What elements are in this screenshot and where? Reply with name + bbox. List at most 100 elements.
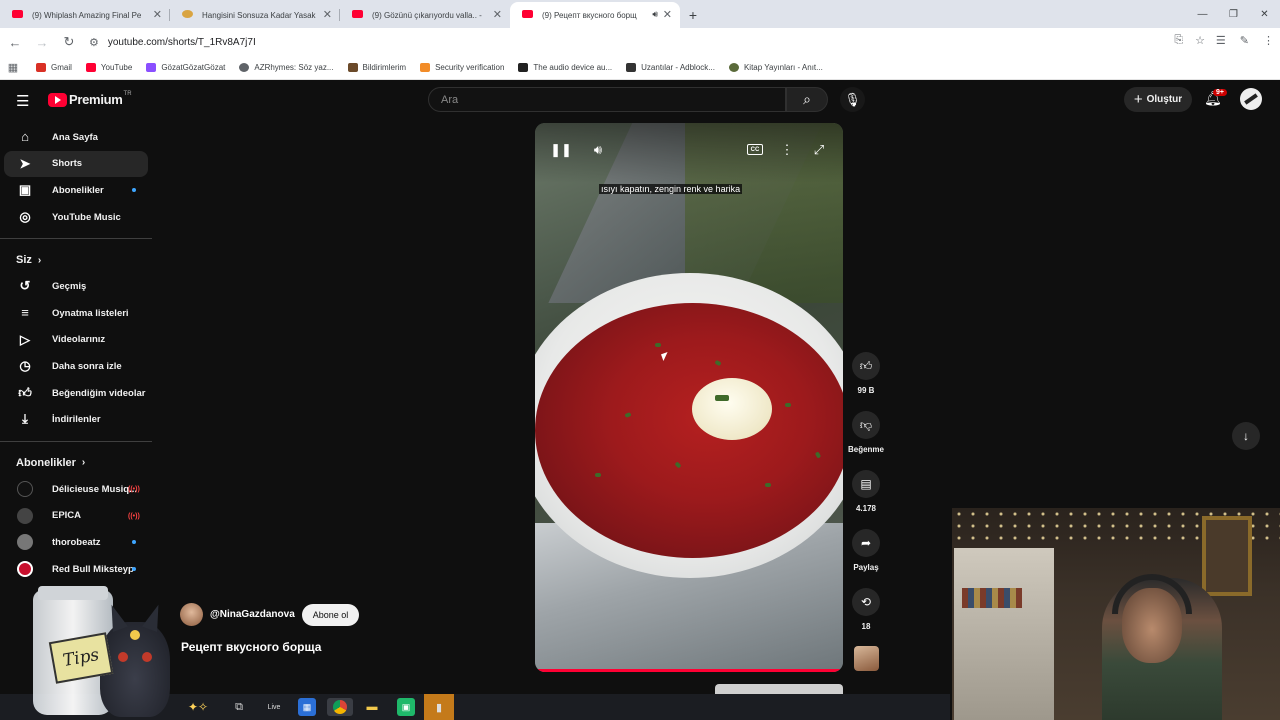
extension-icon[interactable]: ✎ — [1240, 34, 1249, 47]
bookmark-security[interactable]: Security verification — [420, 63, 504, 72]
bookmark-gmail[interactable]: Gmail — [36, 63, 72, 72]
site-info-icon[interactable]: ⚙︎ — [89, 36, 99, 49]
remix-icon[interactable]: ⟲ — [852, 588, 880, 616]
sidebar-item-liked-videos[interactable]: 👍︎ Beğendiğim videolar — [4, 380, 148, 407]
shorts-video-player[interactable]: ❚❚ 🔊︎ CC ⋮ ⤢ ısıyı kapatın, zengin renk … — [535, 123, 843, 672]
forward-icon[interactable]: → — [30, 30, 54, 54]
bookmark-gozat[interactable]: GözatGözatGözat — [146, 63, 225, 72]
sparkle-icon[interactable]: ✦✧ — [178, 698, 218, 716]
like-icon[interactable]: 👍︎ — [852, 352, 880, 380]
browser-tab[interactable]: (9) Whiplash Amazing Final Pe ✕ — [0, 2, 170, 28]
bookmark-audio-device[interactable]: The audio device au... — [518, 63, 612, 72]
remix-button[interactable]: ⟲ 18 — [846, 588, 886, 647]
window-close-icon[interactable]: ✕ — [1249, 0, 1280, 28]
bookmark-favicon — [518, 63, 529, 72]
speaker-icon[interactable]: 🔊︎ — [652, 9, 658, 20]
folder-icon[interactable]: ▬ — [363, 698, 381, 716]
comment-icon[interactable]: ▤ — [852, 470, 880, 498]
bookmark-bildirimlerim[interactable]: Bildirimlerim — [347, 63, 406, 72]
app-icon[interactable]: ▣ — [397, 698, 415, 716]
sidebar-item-watch-later[interactable]: ◷ Daha sonra izle — [4, 353, 148, 380]
account-avatar[interactable] — [1240, 88, 1262, 110]
address-bar[interactable]: ⚙︎ youtube.com/shorts/T_1Rv8A7j7I ⎘ ☆ — [89, 30, 1205, 54]
live-app-icon[interactable]: Live — [264, 698, 284, 716]
media-icon[interactable]: ☰ — [1216, 34, 1226, 47]
sidebar-item-history[interactable]: ↺ Geçmiş — [4, 273, 148, 300]
subscribe-button[interactable]: Abone ol — [301, 603, 360, 626]
sidebar-channel[interactable]: Red Bull Miksteyp — [4, 556, 148, 583]
video-progress-bar[interactable] — [535, 669, 843, 672]
dislike-icon[interactable]: 👎︎ — [852, 411, 880, 439]
create-button[interactable]: + Oluştur — [1124, 87, 1192, 112]
bookmark-uzantilar[interactable]: Uzantılar - Adblock... — [626, 63, 715, 72]
sidebar-channel[interactable]: Délicieuse Musiq... ((•)) — [4, 476, 148, 503]
restore-icon[interactable]: ❐ — [1218, 0, 1249, 28]
comment-count: 4.178 — [855, 504, 877, 513]
like-button[interactable]: 👍︎ 99 B — [846, 352, 886, 411]
share-button[interactable]: ➦ Paylaş — [846, 529, 886, 588]
hamburger-menu-icon[interactable]: ☰ — [16, 92, 29, 110]
url-text[interactable]: youtube.com/shorts/T_1Rv8A7j7I — [108, 37, 256, 48]
channel-thumbnail[interactable] — [854, 646, 879, 671]
sidebar-channel[interactable]: EPICA ((•)) — [4, 503, 148, 530]
install-icon[interactable]: ⎘ — [1174, 34, 1183, 47]
share-icon[interactable]: ➦ — [852, 529, 880, 557]
new-tab-button[interactable]: + — [680, 2, 706, 28]
minimize-icon[interactable]: — — [1187, 0, 1218, 28]
browser-tab-active[interactable]: (9) Рецепт вкусного борщ 🔊︎ ✕ — [510, 2, 680, 28]
download-icon: ⤓ — [22, 411, 28, 427]
browser-tab[interactable]: (9) Gözünü çıkarıyordu valla.. - ✕ — [340, 2, 510, 28]
bookmark-star-icon[interactable]: ☆ — [1195, 34, 1205, 47]
bookmark-azrhymes[interactable]: AZRhymes: Söz yaz... — [239, 63, 334, 72]
dislike-button[interactable]: 👎︎ Beğenme — [846, 411, 886, 470]
watch-later-icon: ◷ — [19, 358, 31, 374]
bookmark-kitap[interactable]: Kitap Yayınları - Anıt... — [728, 63, 823, 72]
sidebar-section-you[interactable]: Siz › — [0, 247, 152, 273]
sidebar-item-downloads[interactable]: ⤓ İndirilenler — [4, 406, 148, 433]
search-button[interactable]: ⌕ — [786, 87, 828, 112]
sidebar-item-youtube-music[interactable]: ◎ YouTube Music — [4, 204, 148, 231]
back-icon[interactable]: ← — [3, 30, 27, 54]
search-input[interactable]: Ara — [428, 87, 786, 112]
channel-avatar[interactable] — [180, 603, 203, 626]
remix-count: 18 — [861, 622, 871, 631]
fullscreen-icon[interactable]: ⤢ — [807, 141, 831, 159]
close-icon[interactable]: ✕ — [323, 8, 332, 21]
dislike-label: Beğenme — [847, 445, 884, 454]
sidebar-channel[interactable]: thorobeatz — [4, 529, 148, 556]
next-short-preview[interactable] — [715, 684, 843, 694]
sidebar-item-home[interactable]: ⌂ Ana Sayfa — [4, 124, 148, 151]
sidebar-item-shorts[interactable]: ➤ Shorts — [4, 150, 148, 178]
sidebar: ⌂ Ana Sayfa ➤ Shorts ▣ Abonelikler ◎ YouTube… — [0, 124, 152, 582]
sidebar-item-your-videos[interactable]: ▷ Videolarınız — [4, 327, 148, 354]
task-view-icon[interactable]: ⧉ — [230, 698, 248, 716]
sidebar-section-subscriptions[interactable]: Abonelikler › — [0, 450, 152, 476]
bookmark-youtube[interactable]: YouTube — [85, 63, 132, 72]
menu-icon[interactable]: ⋮ — [1263, 34, 1274, 47]
close-icon[interactable]: ✕ — [663, 8, 672, 21]
close-icon[interactable]: ✕ — [153, 8, 162, 21]
browser-tab[interactable]: Hangisini Sonsuza Kadar Yasak ✕ — [170, 2, 340, 28]
store-icon[interactable]: ▦ — [298, 698, 316, 716]
ear — [142, 602, 166, 632]
section-heading: Siz — [16, 254, 32, 267]
close-icon[interactable]: ✕ — [493, 8, 502, 21]
volume-icon[interactable]: 🔊︎ — [586, 141, 610, 159]
next-short-button[interactable]: ↓ — [1232, 422, 1260, 450]
channel-name[interactable]: @NinaGazdanova — [210, 609, 295, 620]
youtube-premium-logo[interactable]: Premium TR — [48, 91, 132, 107]
comments-button[interactable]: ▤ 4.178 — [846, 470, 886, 529]
captions-icon[interactable]: CC — [747, 144, 763, 155]
obs-app-icon[interactable]: ▮ — [424, 694, 454, 720]
apps-icon[interactable]: ▦ — [0, 61, 26, 74]
youtube-icon — [522, 10, 533, 18]
more-options-icon[interactable]: ⋮ — [775, 141, 799, 159]
tab-title: (9) Whiplash Amazing Final Pe — [32, 10, 142, 20]
chevron-right-icon: › — [37, 254, 42, 266]
chrome-icon[interactable] — [327, 698, 353, 716]
sidebar-item-subscriptions[interactable]: ▣ Abonelikler — [4, 177, 148, 204]
sidebar-item-playlists[interactable]: ≡ Oynatma listeleri — [4, 300, 148, 327]
voice-search-button[interactable]: 🎙︎ — [840, 87, 865, 112]
pause-icon[interactable]: ❚❚ — [549, 141, 573, 159]
reload-icon[interactable]: ↻ — [57, 30, 81, 54]
